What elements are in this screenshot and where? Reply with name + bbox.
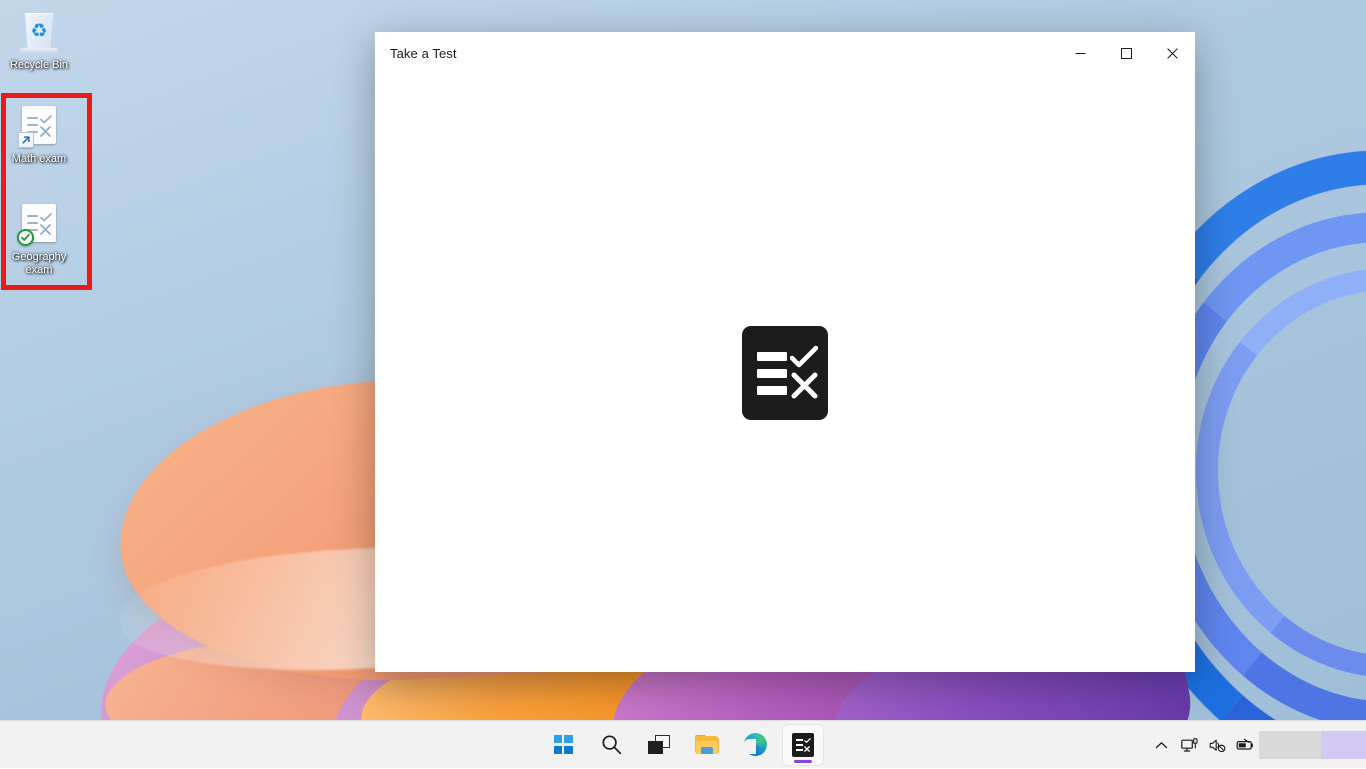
windows-start-icon [554,735,573,754]
task-view-icon [648,735,670,754]
file-explorer-button[interactable] [687,725,727,765]
show-hidden-icons-button[interactable] [1147,727,1175,763]
edge-button[interactable] [735,725,775,765]
sync-check-badge [17,229,34,246]
window-title: Take a Test [375,46,457,61]
chevron-up-icon [1155,739,1168,752]
wallpaper-arc-inner [1176,249,1366,698]
desktop-icon-label: Recycle Bin [2,59,76,72]
take-a-test-icon [792,733,814,757]
maximize-icon [1121,48,1132,59]
exam-document-icon [16,104,62,150]
clock-block[interactable] [1259,731,1321,759]
task-view-button[interactable] [639,725,679,765]
file-explorer-icon [695,735,719,755]
network-button[interactable] [1175,727,1203,763]
taskbar-item-take-a-test[interactable] [783,725,823,765]
volume-button[interactable] [1203,727,1231,763]
system-tray [1147,721,1366,769]
desktop-icon-geography-exam[interactable]: Geography exam [2,202,76,277]
desktop-icon-label: Math exam [2,153,76,166]
take-a-test-logo [742,326,828,420]
battery-icon [1236,738,1255,752]
window-content-area [375,74,1195,672]
search-icon [601,734,622,755]
desktop-icon-math-exam[interactable]: Math exam [2,104,76,166]
start-button[interactable] [543,725,583,765]
minimize-button[interactable] [1057,32,1103,74]
exam-document-icon [16,202,62,248]
shortcut-arrow-badge [18,132,34,148]
battery-button[interactable] [1231,727,1259,763]
take-a-test-window[interactable]: Take a Test [375,32,1195,672]
taskbar[interactable] [0,720,1366,768]
window-titlebar[interactable]: Take a Test [375,32,1195,74]
active-app-indicator [794,760,812,763]
speaker-muted-icon [1209,738,1226,753]
language-block[interactable] [1321,731,1366,759]
recycle-bin-icon: ♻ [16,10,62,56]
close-icon [1167,48,1178,59]
desktop-icon-label: Geography exam [2,251,76,277]
desktop-icon-recycle-bin[interactable]: ♻ Recycle Bin [2,10,76,72]
search-button[interactable] [591,725,631,765]
edge-icon [744,733,767,756]
maximize-button[interactable] [1103,32,1149,74]
close-button[interactable] [1149,32,1195,74]
network-icon [1181,738,1198,753]
minimize-icon [1075,48,1086,59]
